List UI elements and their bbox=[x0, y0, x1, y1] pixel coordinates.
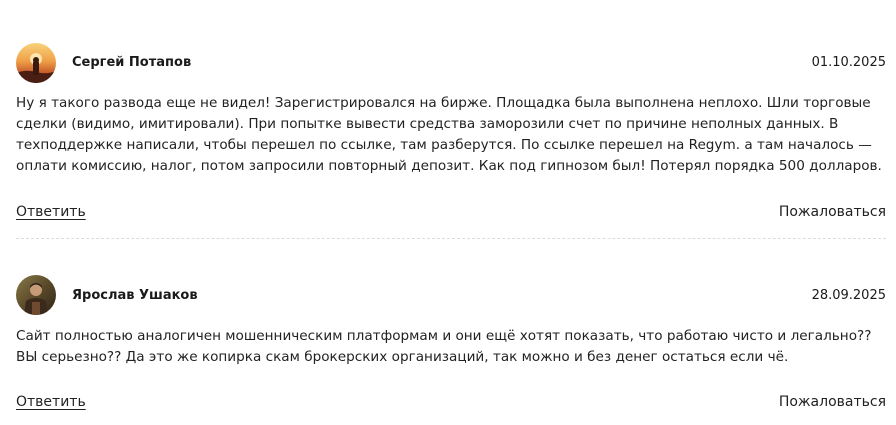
comments-list: Сергей Потапов 01.10.2025 Ну я такого ра… bbox=[16, 0, 886, 425]
comment-date: 01.10.2025 bbox=[811, 55, 886, 70]
reply-link[interactable]: Ответить bbox=[16, 394, 86, 410]
comment-item: Ярослав Ушаков 28.09.2025 Сайт полностью… bbox=[16, 240, 886, 425]
comment-author: Ярослав Ушаков bbox=[72, 288, 198, 303]
avatar[interactable] bbox=[16, 275, 56, 315]
reply-link[interactable]: Ответить bbox=[16, 204, 86, 220]
comment-text: Ну я такого развода еще не видел! Зареги… bbox=[16, 95, 882, 174]
complain-link[interactable]: Пожаловаться bbox=[779, 204, 886, 220]
complain-link[interactable]: Пожаловаться bbox=[779, 394, 886, 410]
comment-date: 28.09.2025 bbox=[811, 288, 886, 303]
avatar[interactable] bbox=[16, 43, 56, 83]
comment-author: Сергей Потапов bbox=[72, 55, 192, 70]
comment-text: Сайт полностью аналогичен мошенническим … bbox=[16, 328, 872, 365]
comment-item: Сергей Потапов 01.10.2025 Ну я такого ра… bbox=[16, 0, 886, 240]
comment-divider bbox=[16, 238, 886, 239]
